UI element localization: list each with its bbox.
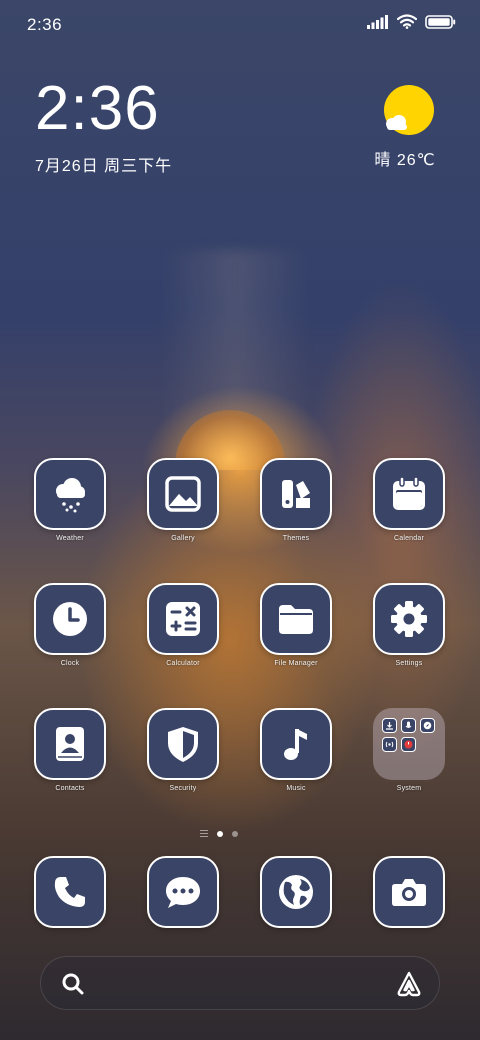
gear-icon xyxy=(373,583,445,655)
clock-icon xyxy=(34,583,106,655)
weather-text: 晴 26℃ xyxy=(374,152,436,169)
app-label: Contacts xyxy=(55,785,85,792)
app-label: Clock xyxy=(60,660,80,667)
battery-icon xyxy=(425,14,456,29)
page-indicator[interactable] xyxy=(200,830,238,837)
folder-icon xyxy=(260,583,332,655)
dock-phone[interactable] xyxy=(14,856,126,928)
status-bar: 2:36 xyxy=(0,0,480,50)
music-note-icon xyxy=(260,708,332,780)
contacts-icon xyxy=(34,708,106,780)
page-dot-active xyxy=(217,830,223,837)
app-contacts[interactable]: Contacts xyxy=(14,708,126,792)
page-list-icon xyxy=(200,830,208,837)
weather-widget[interactable]: 晴 26℃ xyxy=(374,84,444,170)
app-label: Calendar xyxy=(393,535,424,542)
app-folder-system[interactable]: System xyxy=(353,708,465,792)
themes-icon xyxy=(260,458,332,530)
app-label: Calculator xyxy=(166,660,200,667)
camera-icon xyxy=(373,856,445,928)
dock-camera[interactable] xyxy=(353,856,465,928)
signal-icon xyxy=(367,14,388,29)
clock-time: 2:36 xyxy=(35,74,160,143)
app-calculator[interactable]: Calculator xyxy=(127,583,239,667)
sunny-cloud-icon xyxy=(383,84,435,136)
power-icon xyxy=(401,737,416,752)
app-clock[interactable]: Clock xyxy=(14,583,126,667)
shield-icon xyxy=(147,708,219,780)
search-icon[interactable] xyxy=(61,972,85,996)
calendar-icon xyxy=(373,458,445,530)
app-file-manager[interactable]: File Manager xyxy=(240,583,352,667)
status-time: 2:36 xyxy=(27,15,63,34)
app-label: File Manager xyxy=(274,660,318,667)
app-label: System xyxy=(396,785,422,792)
app-security[interactable]: Security xyxy=(127,708,239,792)
browser-globe-icon xyxy=(260,856,332,928)
wifi-icon xyxy=(397,14,417,29)
page-dot xyxy=(232,830,238,837)
app-weather[interactable]: Weather xyxy=(14,458,126,542)
phone-icon xyxy=(34,856,106,928)
gallery-icon xyxy=(147,458,219,530)
dock-browser[interactable] xyxy=(240,856,352,928)
app-label: Music xyxy=(286,785,306,792)
compass-icon xyxy=(420,718,435,733)
status-icons xyxy=(367,14,456,29)
app-label: Gallery xyxy=(171,535,195,542)
app-calendar[interactable]: Calendar xyxy=(353,458,465,542)
dock-messages[interactable] xyxy=(127,856,239,928)
search-bar[interactable] xyxy=(40,956,440,1010)
app-label: Security xyxy=(169,785,197,792)
recorder-icon xyxy=(401,718,416,733)
app-settings[interactable]: Settings xyxy=(353,583,465,667)
weather-icon xyxy=(34,458,106,530)
app-themes[interactable]: Themes xyxy=(240,458,352,542)
download-icon xyxy=(382,718,397,733)
app-music[interactable]: Music xyxy=(240,708,352,792)
calculator-icon xyxy=(147,583,219,655)
app-label: Themes xyxy=(282,535,310,542)
messages-icon xyxy=(147,856,219,928)
app-gallery[interactable]: Gallery xyxy=(127,458,239,542)
app-label: Settings xyxy=(395,660,423,667)
clock-date: 7月26日 周三下午 xyxy=(35,158,173,175)
clock-widget[interactable]: 2:36 7月26日 周三下午 xyxy=(35,78,172,176)
assistant-icon[interactable] xyxy=(395,970,423,998)
folder-group-icon xyxy=(373,708,445,780)
app-label: Weather xyxy=(56,535,84,542)
broadcast-icon xyxy=(382,737,397,752)
